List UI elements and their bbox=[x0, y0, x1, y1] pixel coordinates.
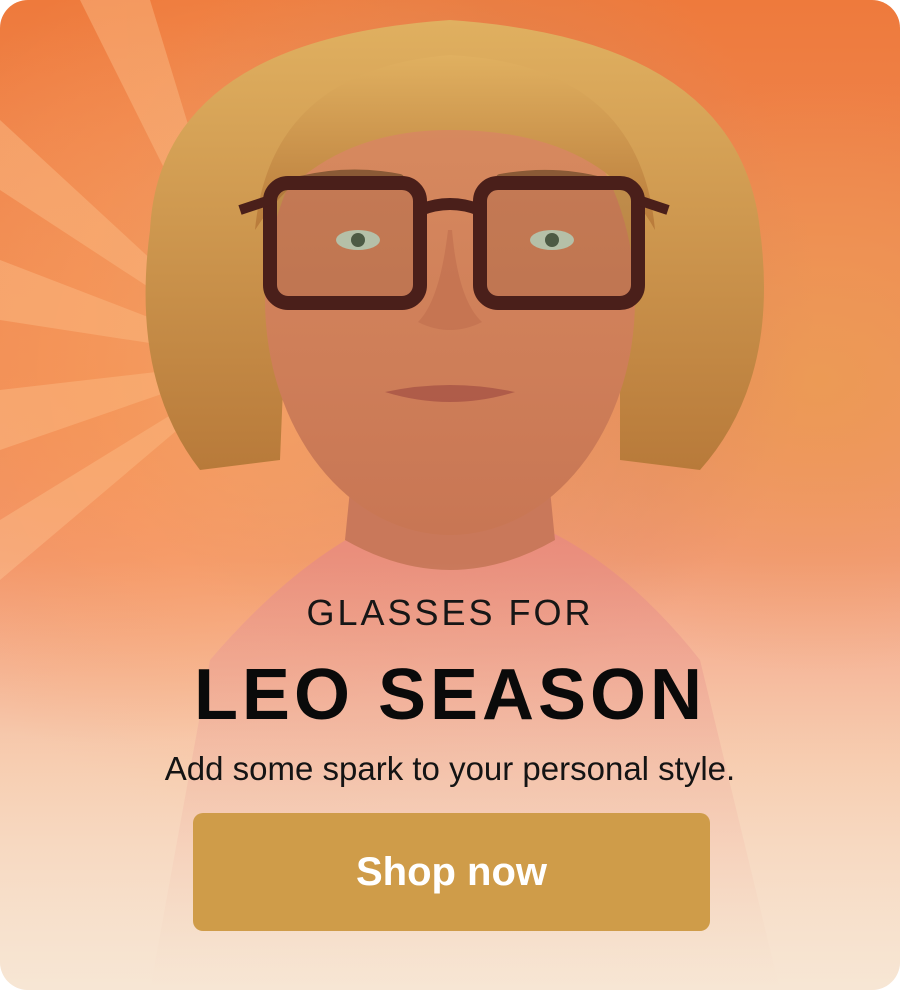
shop-now-button[interactable]: Shop now bbox=[193, 813, 710, 931]
promo-banner-card: GLASSES FOR LEO SEASON Add some spark to… bbox=[0, 0, 900, 990]
headline-title: LEO SEASON bbox=[193, 655, 707, 735]
headline-eyebrow: GLASSES FOR bbox=[306, 592, 594, 633]
headline-subtitle: Add some spark to your personal style. bbox=[164, 750, 736, 787]
